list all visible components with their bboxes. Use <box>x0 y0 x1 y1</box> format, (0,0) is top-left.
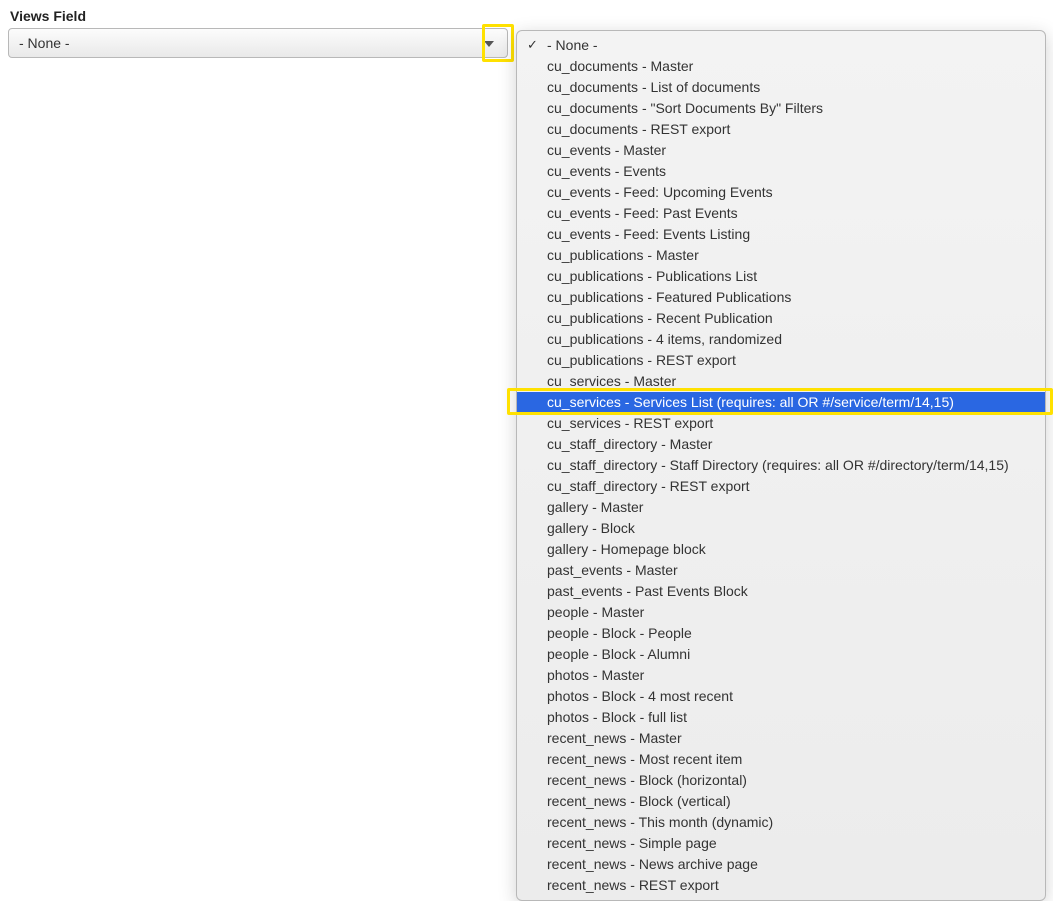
dropdown-option[interactable]: photos - Master <box>517 665 1045 686</box>
select-value: - None - <box>19 35 70 51</box>
dropdown-option[interactable]: gallery - Block <box>517 518 1045 539</box>
dropdown-option[interactable]: recent_news - Simple page <box>517 833 1045 854</box>
dropdown-option[interactable]: cu_events - Feed: Events Listing <box>517 224 1045 245</box>
dropdown-option[interactable]: people - Master <box>517 602 1045 623</box>
dropdown-option[interactable]: cu_publications - REST export <box>517 350 1045 371</box>
dropdown-option[interactable]: cu_documents - "Sort Documents By" Filte… <box>517 98 1045 119</box>
dropdown-option[interactable]: - None - <box>517 35 1045 56</box>
dropdown-option[interactable]: photos - Block - full list <box>517 707 1045 728</box>
views-field-select-wrapper: - None - <box>8 28 508 58</box>
dropdown-option[interactable]: cu_publications - Publications List <box>517 266 1045 287</box>
dropdown-option[interactable]: cu_events - Events <box>517 161 1045 182</box>
dropdown-option[interactable]: cu_events - Feed: Upcoming Events <box>517 182 1045 203</box>
dropdown-option[interactable]: cu_documents - List of documents <box>517 77 1045 98</box>
dropdown-option[interactable]: recent_news - Master <box>517 728 1045 749</box>
views-field-dropdown-list[interactable]: - None -cu_documents - Mastercu_document… <box>516 30 1046 901</box>
dropdown-option[interactable]: recent_news - Most recent item <box>517 749 1045 770</box>
dropdown-option[interactable]: past_events - Past Events Block <box>517 581 1045 602</box>
dropdown-option[interactable]: cu_documents - Master <box>517 56 1045 77</box>
dropdown-option[interactable]: past_events - Master <box>517 560 1045 581</box>
dropdown-option[interactable]: cu_staff_directory - Master <box>517 434 1045 455</box>
dropdown-option[interactable]: cu_publications - 4 items, randomized <box>517 329 1045 350</box>
dropdown-option[interactable]: cu_services - Master <box>517 371 1045 392</box>
chevron-down-icon <box>477 32 501 56</box>
dropdown-option[interactable]: gallery - Master <box>517 497 1045 518</box>
dropdown-option[interactable]: cu_publications - Recent Publication <box>517 308 1045 329</box>
dropdown-option[interactable]: people - Block - People <box>517 623 1045 644</box>
dropdown-option[interactable]: recent_news - REST export <box>517 875 1045 896</box>
dropdown-option[interactable]: cu_events - Feed: Past Events <box>517 203 1045 224</box>
dropdown-option[interactable]: cu_services - REST export <box>517 413 1045 434</box>
views-field-select[interactable]: - None - <box>8 28 508 58</box>
dropdown-option[interactable]: cu_documents - REST export <box>517 119 1045 140</box>
dropdown-option[interactable]: people - Block - Alumni <box>517 644 1045 665</box>
dropdown-option[interactable]: photos - Block - 4 most recent <box>517 686 1045 707</box>
dropdown-option[interactable]: cu_staff_directory - REST export <box>517 476 1045 497</box>
dropdown-option[interactable]: recent_news - News archive page <box>517 854 1045 875</box>
dropdown-option[interactable]: cu_publications - Master <box>517 245 1045 266</box>
field-label: Views Field <box>0 0 1053 28</box>
dropdown-option[interactable]: recent_news - Block (horizontal) <box>517 770 1045 791</box>
dropdown-option[interactable]: gallery - Homepage block <box>517 539 1045 560</box>
dropdown-option[interactable]: cu_publications - Featured Publications <box>517 287 1045 308</box>
dropdown-option[interactable]: recent_news - Block (vertical) <box>517 791 1045 812</box>
dropdown-option[interactable]: cu_services - Services List (requires: a… <box>517 392 1045 413</box>
dropdown-option[interactable]: recent_news - This month (dynamic) <box>517 812 1045 833</box>
dropdown-option[interactable]: cu_events - Master <box>517 140 1045 161</box>
dropdown-option[interactable]: cu_staff_directory - Staff Directory (re… <box>517 455 1045 476</box>
